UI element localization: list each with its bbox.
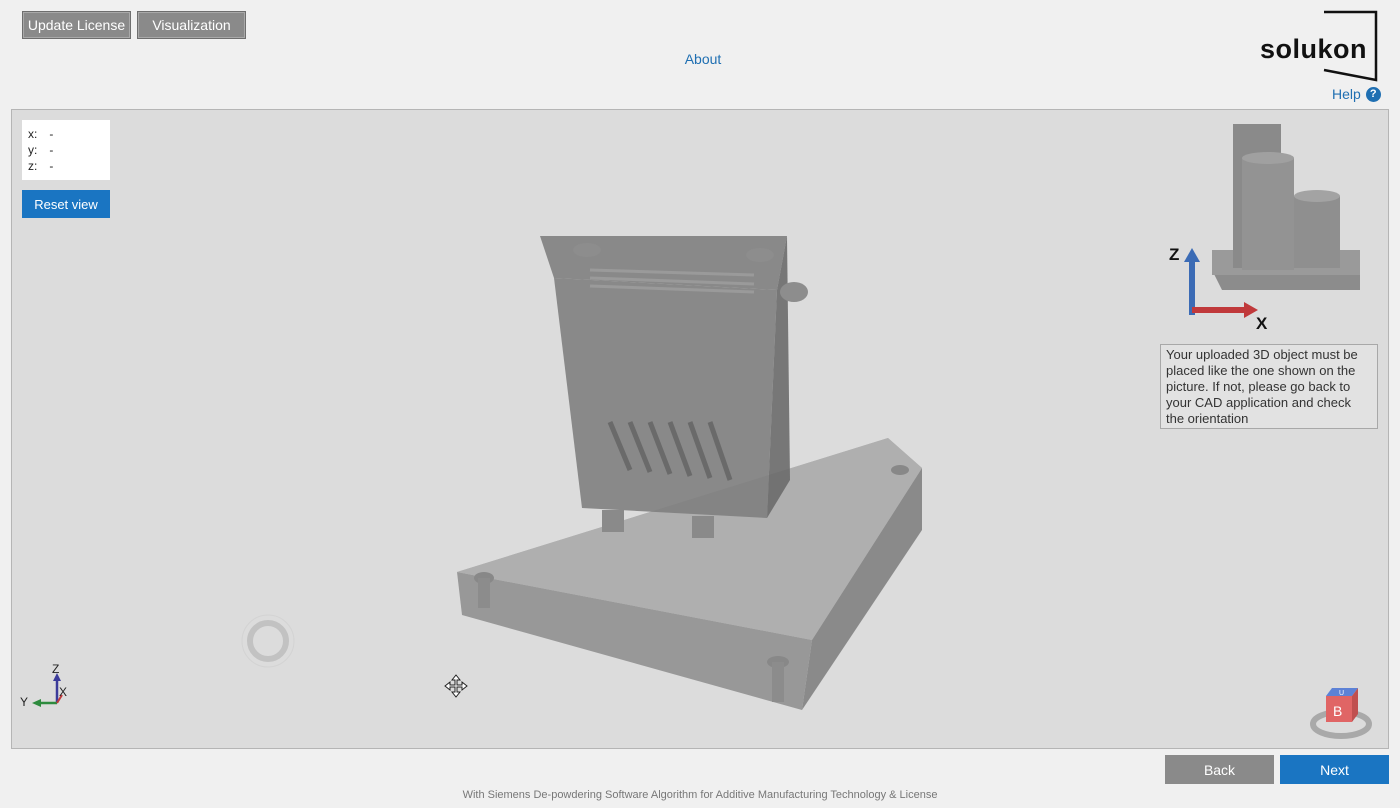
reference-orientation-image xyxy=(1212,124,1360,290)
triad-z-label: Z xyxy=(52,662,59,676)
move-cursor-icon xyxy=(444,674,468,698)
coord-z-label: z: xyxy=(28,159,38,173)
reference-axis-x-label: X xyxy=(1256,314,1268,333)
visualization-button[interactable]: Visualization xyxy=(137,11,246,39)
next-button[interactable]: Next xyxy=(1280,755,1389,784)
solukon-logo: solukon xyxy=(1258,10,1386,82)
reset-view-button[interactable]: Reset view xyxy=(22,190,110,218)
help-label: Help xyxy=(1332,86,1361,102)
housing-model xyxy=(540,236,808,538)
triad-y-label: Y xyxy=(20,695,28,709)
footer-credit-text: With Siemens De-powdering Software Algor… xyxy=(462,789,938,801)
navigation-ring-icon[interactable] xyxy=(241,614,295,668)
view-cube-icon[interactable]: B U xyxy=(1310,688,1372,739)
logo-text: solukon xyxy=(1260,34,1368,64)
orientation-info-text: Your uploaded 3D object must be placed l… xyxy=(1160,344,1378,429)
about-link[interactable]: About xyxy=(660,51,746,67)
axis-triad-icon: Z Y X xyxy=(20,662,67,709)
view-cube-top-label: U xyxy=(1339,690,1344,697)
back-button[interactable]: Back xyxy=(1165,755,1274,784)
update-license-button[interactable]: Update License xyxy=(22,11,131,39)
triad-x-label: X xyxy=(59,685,67,699)
help-icon: ? xyxy=(1365,86,1381,102)
coordinates-readout: x: - y: - z: - xyxy=(22,120,110,180)
reference-axis-z-label: Z xyxy=(1169,245,1179,264)
coord-y-value: - xyxy=(49,143,54,157)
coord-x-label: x: xyxy=(28,127,38,141)
coord-y-label: y: xyxy=(28,143,38,157)
coord-x-value: - xyxy=(49,127,54,141)
view-cube-face-label: B xyxy=(1333,703,1342,719)
coord-z-value: - xyxy=(49,159,54,173)
help-link[interactable]: Help ? xyxy=(1332,86,1381,102)
3d-viewport[interactable]: Z X Z Y X B U x: - y: - z: - Reset view Y xyxy=(11,109,1389,749)
model-scene: Z X Z Y X B U xyxy=(20,124,1372,739)
